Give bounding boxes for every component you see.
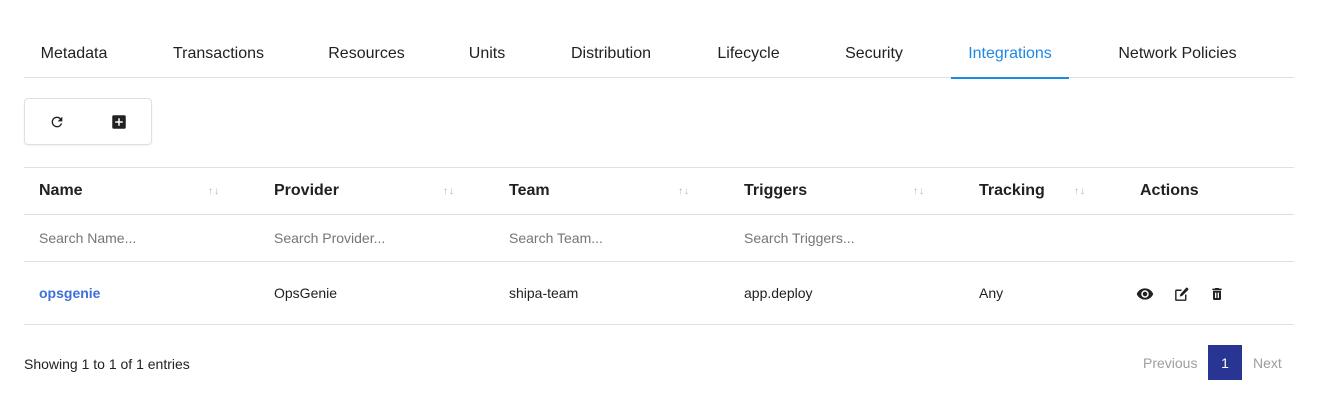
add-box-icon [112, 115, 126, 129]
column-header-team[interactable]: Team [509, 168, 550, 214]
tab-bar: Metadata Transactions Resources Units Di… [24, 30, 1294, 79]
view-icon [1136, 288, 1154, 300]
table-header-row: Name ↑↓ Provider ↑↓ Team ↑↓ Triggers ↑↓ … [24, 168, 1294, 215]
search-provider-input[interactable] [274, 230, 464, 246]
add-integration-button[interactable] [107, 110, 131, 134]
tab-transactions[interactable]: Transactions [156, 30, 281, 78]
view-button[interactable] [1135, 284, 1155, 304]
column-header-tracking[interactable]: Tracking [979, 168, 1045, 214]
tab-security[interactable]: Security [830, 30, 918, 78]
integration-name-link[interactable]: opsgenie [39, 262, 100, 324]
triggers-cell: app.deploy [744, 285, 813, 301]
tracking-cell: Any [979, 285, 1004, 301]
column-header-actions: Actions [1140, 182, 1199, 199]
tab-units[interactable]: Units [454, 30, 520, 78]
pagination-page-1[interactable]: 1 [1208, 345, 1242, 380]
tab-integrations[interactable]: Integrations [951, 30, 1069, 79]
sort-tracking-icon[interactable]: ↑↓ [1074, 168, 1086, 214]
column-header-triggers[interactable]: Triggers [744, 168, 807, 214]
search-name-input[interactable] [39, 230, 229, 246]
tab-metadata[interactable]: Metadata [24, 30, 124, 78]
sort-provider-icon[interactable]: ↑↓ [443, 168, 455, 214]
table-toolbar [24, 98, 152, 145]
entries-info: Showing 1 to 1 of 1 entries [24, 356, 190, 372]
tab-distribution[interactable]: Distribution [554, 30, 668, 78]
column-header-name[interactable]: Name [39, 168, 83, 214]
edit-icon [1174, 287, 1188, 301]
integrations-table: Name ↑↓ Provider ↑↓ Team ↑↓ Triggers ↑↓ … [24, 167, 1294, 325]
sort-triggers-icon[interactable]: ↑↓ [913, 168, 925, 214]
tab-lifecycle[interactable]: Lifecycle [702, 30, 795, 78]
provider-cell: OpsGenie [274, 285, 338, 301]
pagination-next[interactable]: Next [1253, 345, 1282, 380]
edit-button[interactable] [1171, 284, 1191, 304]
delete-icon [1212, 288, 1222, 300]
table-row: opsgenie OpsGenie shipa-team app.deploy … [24, 262, 1294, 325]
search-triggers-input[interactable] [744, 230, 934, 246]
column-header-provider[interactable]: Provider [274, 168, 339, 214]
pagination-previous[interactable]: Previous [1143, 345, 1197, 380]
sort-name-icon[interactable]: ↑↓ [208, 168, 220, 214]
team-cell: shipa-team [509, 285, 579, 301]
delete-button[interactable] [1207, 284, 1227, 304]
sort-team-icon[interactable]: ↑↓ [678, 168, 690, 214]
refresh-button[interactable] [45, 110, 69, 134]
refresh-icon [51, 116, 63, 128]
table-filter-row [24, 215, 1294, 262]
tab-resources[interactable]: Resources [314, 30, 419, 78]
tab-network-policies[interactable]: Network Policies [1102, 30, 1253, 78]
search-team-input[interactable] [509, 230, 699, 246]
